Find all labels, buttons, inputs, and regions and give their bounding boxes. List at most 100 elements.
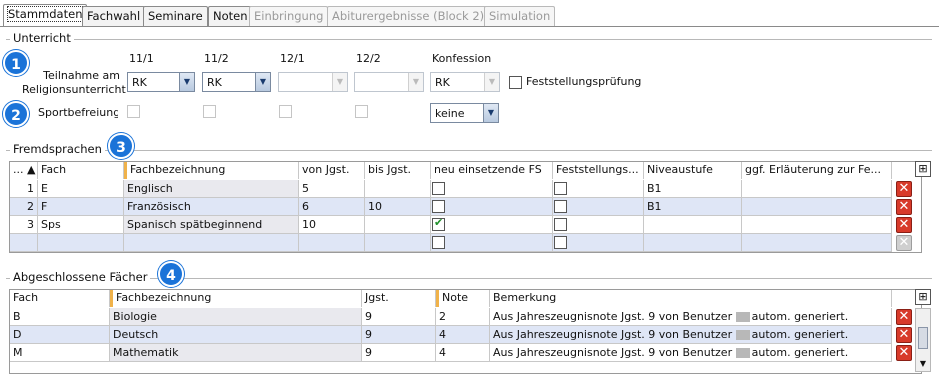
feststellung-checkbox[interactable]: [554, 182, 567, 195]
cell-note[interactable]: 4: [436, 326, 490, 344]
cell-erlaeuterung[interactable]: [742, 234, 892, 252]
neu-checkbox[interactable]: [432, 200, 445, 213]
column-header-11-2: 11/2: [204, 52, 229, 65]
section-title-unterricht: Unterricht: [10, 31, 74, 45]
chevron-down-icon: ▼: [484, 73, 499, 91]
select-value: RK: [207, 76, 222, 89]
sport-select[interactable]: keine ▼: [430, 103, 499, 123]
cell-bemerkung[interactable]: Aus Jahreszeugnisnote Jgst. 9 von Benutz…: [490, 326, 892, 344]
delete-icon[interactable]: ✕: [896, 217, 912, 233]
religion-select-12-1: ▼: [278, 72, 348, 92]
column-header[interactable]: von Jgst.: [299, 162, 365, 179]
neu-checkbox[interactable]: [432, 216, 445, 231]
select-value: RK: [132, 76, 147, 89]
feststellung-checkbox[interactable]: [554, 236, 567, 249]
cell-jgst[interactable]: 9: [362, 326, 436, 344]
delete-icon[interactable]: ✕: [896, 327, 912, 343]
cell-fach[interactable]: M: [10, 344, 110, 362]
cell-feststellung: [553, 180, 644, 198]
table-settings-icon[interactable]: ⊞: [915, 289, 931, 305]
cell-note[interactable]: 4: [436, 344, 490, 362]
help-badge-4[interactable]: 4: [158, 261, 184, 287]
delete-icon[interactable]: ✕: [896, 181, 912, 197]
column-header[interactable]: Bemerkung: [490, 290, 892, 307]
cell-fach[interactable]: Sps: [38, 216, 124, 234]
cell-von[interactable]: 10: [299, 216, 365, 234]
neu-checkbox[interactable]: [432, 236, 445, 249]
chevron-down-icon[interactable]: ▼: [918, 359, 928, 369]
neu-checkbox[interactable]: [432, 182, 445, 195]
cell-erlaeuterung[interactable]: [742, 198, 892, 216]
help-badge-2[interactable]: 2: [3, 101, 29, 127]
cell-note[interactable]: 2: [436, 308, 490, 326]
cell-fach[interactable]: B: [10, 308, 110, 326]
cell-bemerkung[interactable]: Aus Jahreszeugnisnote Jgst. 9 von Benutz…: [490, 344, 892, 362]
column-header[interactable]: Fachbezeichnung: [110, 290, 362, 307]
column-header[interactable]: Fach: [38, 162, 124, 179]
column-header[interactable]: Fach: [10, 290, 110, 307]
cell-fachbezeichnung: Französisch: [124, 198, 299, 216]
cell-von[interactable]: [299, 234, 365, 252]
section-title-abgeschlossen: Abgeschlossene Fächer: [10, 270, 151, 284]
cell-bis[interactable]: [365, 234, 431, 252]
cell-jgst[interactable]: 9: [362, 344, 436, 362]
feststellung-checkbox[interactable]: [554, 218, 567, 231]
religion-select-11-2[interactable]: RK ▼: [202, 72, 271, 92]
cell-fach[interactable]: E: [38, 180, 124, 198]
cell-bis[interactable]: [365, 216, 431, 234]
delete-icon[interactable]: ✕: [896, 199, 912, 215]
scrollbar-thumb[interactable]: [918, 327, 928, 349]
feststellung-checkbox[interactable]: [554, 200, 567, 213]
religion-label: Teilnahme am Religionsunterricht: [22, 69, 126, 96]
help-badge-3[interactable]: 3: [108, 133, 134, 159]
column-header[interactable]: Niveaustufe: [644, 162, 742, 179]
religion-select-11-1[interactable]: RK ▼: [127, 72, 195, 92]
tab-label: Seminare: [148, 9, 203, 23]
cell-bemerkung[interactable]: Aus Jahreszeugnisnote Jgst. 9 von Benutz…: [490, 308, 892, 326]
cell-fachbezeichnung: Deutsch: [110, 326, 362, 344]
table-settings-icon[interactable]: ⊞: [915, 161, 931, 177]
cell-bis[interactable]: [365, 180, 431, 198]
cell-neu: [431, 198, 553, 216]
column-header[interactable]: Fachbezeichnung: [124, 162, 299, 179]
cell-fach[interactable]: F: [38, 198, 124, 216]
feststellung-checkbox[interactable]: [509, 76, 522, 89]
column-header[interactable]: Jgst.: [362, 290, 436, 307]
column-header[interactable]: neu einsetzende FS: [431, 162, 553, 179]
cell-nr: 3: [10, 216, 38, 234]
sport-checkbox-12-2: [355, 105, 368, 118]
cell-niveau[interactable]: B1: [644, 180, 742, 198]
sport-checkbox-11-2: [203, 105, 216, 118]
chevron-down-icon[interactable]: ▼: [483, 104, 498, 122]
cell-fachbezeichnung: Spanisch spätbeginnend: [124, 216, 299, 234]
cell-niveau[interactable]: [644, 216, 742, 234]
cell-feststellung: [553, 216, 644, 234]
column-header[interactable]: Note: [436, 290, 490, 307]
delete-icon[interactable]: ✕: [896, 345, 912, 361]
tab-stammdaten[interactable]: Stammdaten: [3, 4, 88, 27]
section-divider: [6, 150, 932, 151]
cell-von[interactable]: 6: [299, 198, 365, 216]
cell-jgst[interactable]: 9: [362, 308, 436, 326]
column-header[interactable]: ... ▲: [10, 162, 38, 179]
cell-fach[interactable]: [38, 234, 124, 252]
chevron-down-icon[interactable]: ▼: [255, 73, 270, 91]
column-header[interactable]: bis Jgst.: [365, 162, 431, 179]
cell-fach[interactable]: D: [10, 326, 110, 344]
cell-niveau[interactable]: [644, 234, 742, 252]
tab-noten[interactable]: Noten: [208, 6, 253, 26]
tab-fachwahl[interactable]: Fachwahl: [82, 6, 146, 26]
cell-von[interactable]: 5: [299, 180, 365, 198]
chevron-down-icon[interactable]: ▼: [179, 73, 194, 91]
column-header[interactable]: ggf. Erläuterung zur Fe...: [742, 162, 892, 179]
column-header[interactable]: Feststellungs...: [553, 162, 644, 179]
cell-fachbezeichnung: Englisch: [124, 180, 299, 198]
cell-bis[interactable]: 10: [365, 198, 431, 216]
cell-erlaeuterung[interactable]: [742, 180, 892, 198]
vertical-scrollbar[interactable]: ▼: [915, 308, 931, 372]
chevron-down-icon: ▼: [408, 73, 423, 91]
cell-erlaeuterung[interactable]: [742, 216, 892, 234]
tab-seminare[interactable]: Seminare: [143, 6, 208, 26]
cell-niveau[interactable]: B1: [644, 198, 742, 216]
delete-icon[interactable]: ✕: [896, 309, 912, 325]
